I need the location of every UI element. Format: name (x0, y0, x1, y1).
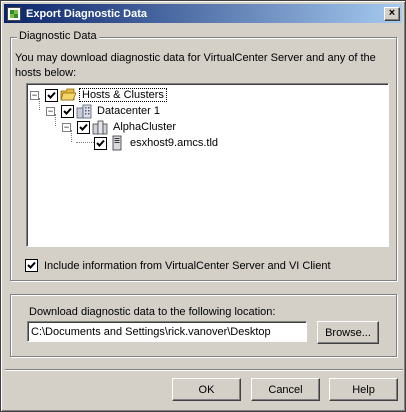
tree-item-cluster[interactable]: − AlphaCluster (62, 119, 178, 135)
include-vc-info-label: Include information from VirtualCenter S… (44, 259, 331, 272)
diagnostic-data-group-label: Diagnostic Data (17, 30, 99, 42)
browse-button[interactable]: Browse... (317, 321, 379, 344)
checkmark-icon (27, 261, 36, 269)
cluster-icon (92, 119, 108, 135)
minus-icon: − (47, 105, 54, 116)
tree-item-checkbox[interactable] (77, 120, 90, 134)
button-separator (5, 369, 403, 371)
close-icon: × (388, 7, 396, 19)
tree-item-label: AlphaCluster (113, 121, 176, 133)
collapse-toggle[interactable]: − (30, 89, 39, 100)
host-icon (109, 135, 125, 151)
checkmark-icon (79, 123, 88, 131)
checkmark-icon (96, 139, 105, 147)
tree-item-checkbox[interactable] (45, 88, 58, 102)
tree-item-label: Datacenter 1 (97, 105, 160, 117)
folder-icon (60, 87, 76, 103)
datacenter-icon (76, 103, 92, 119)
tree-item-label: Hosts & Clusters (79, 88, 167, 102)
ok-button[interactable]: OK (172, 378, 241, 401)
vmware-app-icon (6, 6, 22, 22)
download-path-input[interactable] (27, 321, 307, 342)
collapse-toggle[interactable]: − (46, 105, 55, 116)
diagnostic-description: You may download diagnostic data for Vir… (15, 52, 376, 79)
cancel-button[interactable]: Cancel (251, 378, 320, 401)
export-diagnostic-data-dialog: Export Diagnostic Data × Diagnostic Data… (0, 0, 406, 412)
close-button[interactable]: × (384, 6, 400, 21)
location-label: Download diagnostic data to the followin… (29, 306, 276, 318)
include-vc-info-option[interactable]: Include information from VirtualCenter S… (25, 259, 331, 272)
tree-item-datacenter[interactable]: − Datacenter 1 (46, 103, 162, 119)
checkmark-icon (47, 91, 56, 99)
collapse-toggle[interactable]: − (62, 121, 71, 132)
host-tree[interactable]: − Hosts & Clusters − Datacenter 1 − Alph… (26, 83, 389, 247)
minus-icon: − (63, 121, 70, 132)
tree-item-host[interactable]: esxhost9.amcs.tld (94, 135, 220, 151)
include-vc-info-checkbox[interactable] (25, 259, 38, 272)
tree-item-checkbox[interactable] (94, 136, 107, 150)
tree-item-label: esxhost9.amcs.tld (130, 137, 219, 149)
window-title: Export Diagnostic Data (26, 7, 148, 20)
title-bar[interactable]: Export Diagnostic Data × (4, 4, 402, 23)
minus-icon: − (31, 89, 38, 100)
tree-item-checkbox[interactable] (61, 104, 74, 118)
help-button[interactable]: Help (329, 378, 398, 401)
checkmark-icon (63, 107, 72, 115)
tree-item-hosts-clusters[interactable]: − Hosts & Clusters (30, 87, 167, 103)
